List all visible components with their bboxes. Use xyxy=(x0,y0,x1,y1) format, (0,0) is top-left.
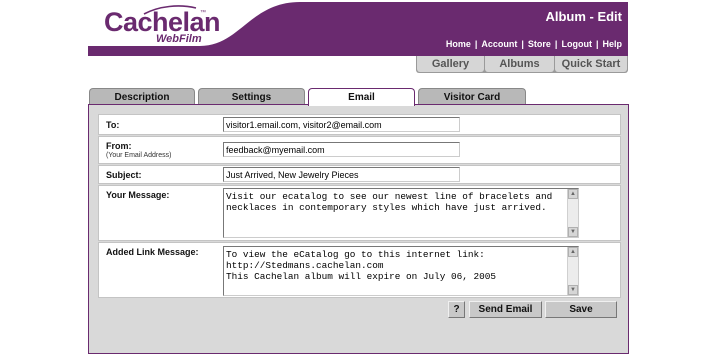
scroll-up-icon[interactable]: ▲ xyxy=(568,189,578,199)
trademark-mark: ™ xyxy=(200,10,206,16)
message-row: Your Message: Visit our ecatalog to see … xyxy=(98,185,621,241)
save-button[interactable]: Save xyxy=(545,301,617,318)
help-button[interactable]: ? xyxy=(448,301,465,318)
subtab-gallery[interactable]: Gallery xyxy=(417,56,484,72)
nav-separator: | xyxy=(474,39,478,49)
from-label: From: xyxy=(106,141,132,151)
nav-home[interactable]: Home xyxy=(446,39,471,49)
link-message-textarea[interactable]: To view the eCatalog go to this internet… xyxy=(223,246,579,296)
top-nav: Home | Account | Store | Logout | Help xyxy=(446,39,622,49)
subtab-quick-start[interactable]: Quick Start xyxy=(555,56,627,72)
message-scrollbar[interactable]: ▲ ▼ xyxy=(567,189,578,237)
nav-account[interactable]: Account xyxy=(481,39,517,49)
link-message-row: Added Link Message: To view the eCatalog… xyxy=(98,242,621,298)
email-panel: To: From: (Your Email Address) Subject: … xyxy=(88,104,629,354)
subject-input[interactable] xyxy=(223,167,460,182)
to-input[interactable] xyxy=(223,117,460,132)
brand-logo[interactable]: Cachelan ™ WebFilm xyxy=(104,5,221,45)
subtab-albums[interactable]: Albums xyxy=(485,56,554,72)
message-textarea[interactable]: Visit our ecatalog to see our newest lin… xyxy=(223,188,579,238)
scroll-down-icon[interactable]: ▼ xyxy=(568,285,578,295)
link-message-label: Added Link Message: xyxy=(106,247,199,257)
subject-row: Subject: xyxy=(98,165,621,184)
to-label: To: xyxy=(106,120,120,130)
sub-tabs: Gallery Albums Quick Start xyxy=(416,56,628,73)
nav-separator: | xyxy=(521,39,524,49)
brand-product: WebFilm xyxy=(156,33,202,45)
from-row: From: (Your Email Address) xyxy=(98,136,621,164)
from-input[interactable] xyxy=(223,142,460,157)
nav-store[interactable]: Store xyxy=(528,39,551,49)
nav-logout[interactable]: Logout xyxy=(561,39,592,49)
nav-separator: | xyxy=(595,39,599,49)
to-row: To: xyxy=(98,114,621,135)
scroll-up-icon[interactable]: ▲ xyxy=(568,247,578,257)
from-sublabel: (Your Email Address) xyxy=(106,152,172,159)
message-label: Your Message: xyxy=(106,190,170,200)
tab-visitor-card[interactable]: Visitor Card xyxy=(418,88,526,105)
link-message-scrollbar[interactable]: ▲ ▼ xyxy=(567,247,578,295)
nav-help[interactable]: Help xyxy=(602,39,622,49)
tab-settings[interactable]: Settings xyxy=(198,88,305,105)
nav-separator: | xyxy=(554,39,558,49)
send-email-button[interactable]: Send Email xyxy=(469,301,542,318)
subject-label: Subject: xyxy=(106,170,142,180)
tab-email[interactable]: Email xyxy=(308,88,415,106)
message-text: Visit our ecatalog to see our newest lin… xyxy=(226,191,553,213)
link-message-text: To view the eCatalog go to this internet… xyxy=(226,249,497,282)
scroll-down-icon[interactable]: ▼ xyxy=(568,227,578,237)
tab-description[interactable]: Description xyxy=(89,88,195,105)
logo-swoosh-icon xyxy=(143,5,197,15)
page-title: Album - Edit xyxy=(545,9,622,24)
